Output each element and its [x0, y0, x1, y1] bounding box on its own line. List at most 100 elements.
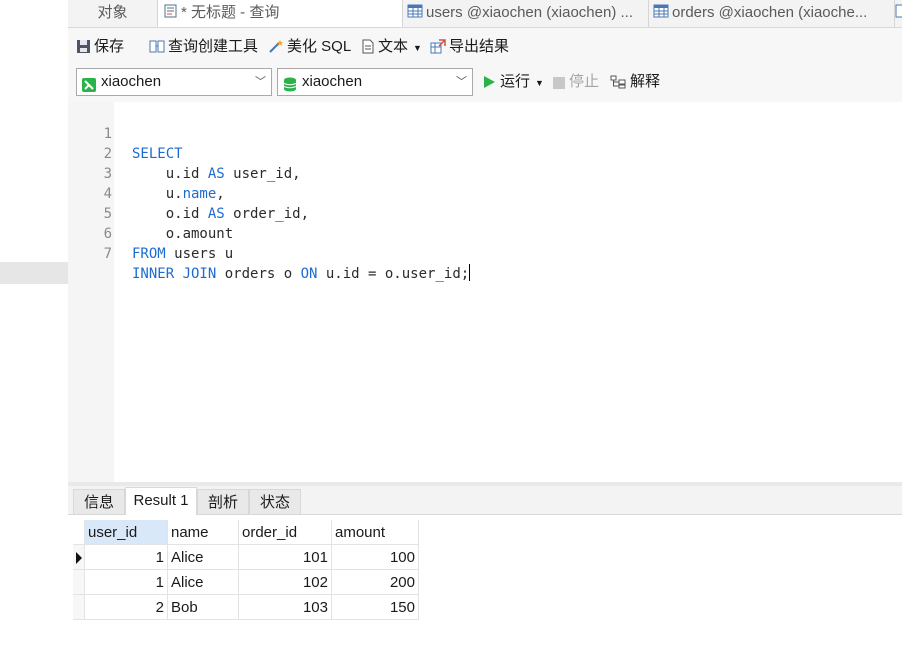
sidebar-selected-row[interactable] — [0, 262, 68, 284]
table-cell[interactable]: 200 — [332, 570, 419, 595]
table-cell[interactable]: Bob — [168, 595, 239, 620]
query-builder-button[interactable]: 查询创建工具 — [149, 28, 258, 64]
explain-label: 解释 — [630, 73, 661, 90]
connection-select[interactable]: xiaochen ﹀ — [76, 68, 272, 96]
connection-icon — [82, 75, 96, 101]
chevron-down-icon: ﹀ — [456, 76, 467, 88]
tab-info[interactable]: 信息 — [73, 489, 125, 514]
query-toolbar: 保存 查询创建工具 美化 SQL 文本 ▼ 导出结果 — [68, 28, 902, 64]
result-grid[interactable]: user_id name order_id amount 1 Alice 101… — [68, 515, 902, 666]
chevron-down-icon: ﹀ — [255, 76, 266, 88]
text-caret — [469, 264, 471, 281]
run-button[interactable]: 运行 ▼ — [483, 68, 544, 96]
column-header-order-id[interactable]: order_id — [239, 520, 332, 545]
play-icon — [484, 76, 495, 88]
column-header-label: name — [171, 524, 209, 541]
tab-untitled-query[interactable]: * 无标题 - 查询 — [158, 0, 403, 27]
chevron-down-icon: ▼ — [413, 43, 422, 53]
table-icon — [895, 1, 902, 26]
run-label: 运行 — [500, 73, 531, 90]
tab-label: Result 1 — [133, 492, 189, 509]
line-number: 7 — [103, 246, 112, 262]
column-header-label: order_id — [242, 524, 298, 541]
sql-keyword: FROM — [132, 246, 166, 262]
table-cell[interactable]: 1 — [85, 545, 168, 570]
result-tab-bar: 信息 Result 1 剖析 状态 — [68, 486, 902, 515]
code-text: u.id — [132, 166, 208, 182]
tab-users-table[interactable]: users @xiaochen (xiaochen) ... — [403, 0, 649, 27]
beautify-sql-button[interactable]: 美化 SQL — [268, 28, 351, 64]
export-icon — [430, 39, 446, 54]
database-value: xiaochen — [302, 73, 363, 90]
current-row-marker-icon — [76, 552, 82, 564]
tab-label: orders @xiaochen (xiaoche... — [672, 4, 868, 21]
code-text: u. — [132, 186, 183, 202]
sql-keyword: SELECT — [132, 146, 183, 162]
sql-keyword: INNER JOIN — [132, 266, 217, 282]
tab-objects[interactable]: 对象 — [68, 0, 158, 27]
save-label: 保存 — [94, 38, 125, 55]
column-header-label: user_id — [88, 524, 138, 541]
text-label: 文本 — [378, 38, 409, 55]
table-cell[interactable]: Alice — [168, 570, 239, 595]
row-header[interactable] — [73, 595, 85, 620]
tab-label: 状态 — [259, 494, 290, 511]
chevron-down-icon: ▼ — [535, 78, 544, 88]
table-cell[interactable]: Alice — [168, 545, 239, 570]
explain-button[interactable]: 解释 — [610, 68, 660, 96]
column-header-amount[interactable]: amount — [332, 520, 419, 545]
code-text: order_id, — [224, 206, 310, 222]
code-text: o.amount — [132, 226, 234, 242]
magic-wand-icon — [269, 40, 283, 53]
code-text: users u — [165, 246, 234, 262]
explain-icon — [610, 75, 626, 89]
tab-label: * 无标题 - 查询 — [181, 4, 280, 21]
table-icon — [407, 1, 423, 26]
sql-keyword: AS — [207, 166, 225, 182]
tab-result-1[interactable]: Result 1 — [125, 487, 197, 515]
tab-label: 剖析 — [207, 494, 238, 511]
column-header-user-id[interactable]: user_id — [85, 520, 168, 545]
sql-editor[interactable]: 1 SELECT 2 u.id AS user_id, 3 u.name, 4 … — [68, 102, 902, 482]
table-cell[interactable]: 102 — [239, 570, 332, 595]
code-line: 4 o.id AS order_id, — [68, 164, 309, 222]
table-cell[interactable]: 100 — [332, 545, 419, 570]
stop-button[interactable]: 停止 — [553, 68, 599, 96]
save-button[interactable]: 保存 — [76, 28, 124, 64]
table-cell[interactable]: 101 — [239, 545, 332, 570]
table-cell[interactable]: 103 — [239, 595, 332, 620]
query-builder-label: 查询创建工具 — [168, 38, 259, 55]
code-text: orders o — [216, 266, 301, 282]
database-select[interactable]: xiaochen ﹀ — [277, 68, 473, 96]
tab-status[interactable]: 状态 — [249, 489, 301, 514]
tab-orders-table[interactable]: orders @xiaochen (xiaoche... — [649, 0, 895, 27]
row-header[interactable] — [73, 545, 85, 570]
code-line: 7 INNER JOIN orders o ON u.id = o.user_i… — [68, 224, 471, 282]
sql-keyword: name — [182, 186, 217, 202]
code-text: u.id = o.user_id; — [317, 266, 470, 282]
tab-label: users @xiaochen (xiaochen) ... — [426, 4, 633, 21]
table-cell[interactable]: 2 — [85, 595, 168, 620]
export-result-button[interactable]: 导出结果 — [430, 28, 509, 64]
query-icon — [164, 1, 178, 26]
column-header-name[interactable]: name — [168, 520, 239, 545]
save-icon — [77, 40, 90, 53]
table-icon — [653, 1, 669, 26]
text-document-icon — [362, 39, 374, 54]
code-line: 5 o.amount — [68, 184, 234, 242]
connection-bar: xiaochen ﹀ xiaochen ﹀ 运行 ▼ 停止 解释 — [68, 64, 902, 102]
code-line: 2 u.id AS user_id, — [68, 124, 301, 182]
object-sidebar — [0, 0, 69, 666]
table-cell[interactable]: 1 — [85, 570, 168, 595]
tab-bar: 对象 * 无标题 - 查询 users @xiaochen (xiaochen)… — [68, 0, 902, 28]
code-text: , — [216, 186, 225, 202]
tab-profile[interactable]: 剖析 — [197, 489, 249, 514]
text-menu-button[interactable]: 文本 ▼ — [361, 28, 422, 64]
sql-keyword: ON — [300, 266, 318, 282]
table-cell[interactable]: 150 — [332, 595, 419, 620]
tab-label: 信息 — [83, 494, 114, 511]
sql-keyword: AS — [207, 206, 225, 222]
tab-overflow[interactable] — [895, 0, 902, 27]
row-header[interactable] — [73, 570, 85, 595]
grid-corner — [73, 520, 85, 545]
